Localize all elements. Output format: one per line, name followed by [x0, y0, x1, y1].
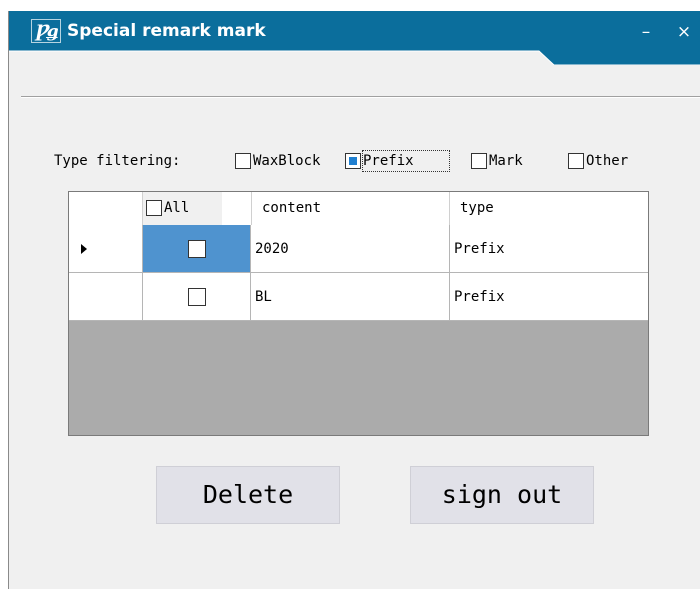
row-check-cell[interactable]	[143, 273, 251, 321]
current-row-pointer-icon	[81, 244, 87, 254]
header-type[interactable]: type	[450, 192, 648, 225]
select-all-checkbox[interactable]	[146, 200, 162, 216]
checkbox-box	[568, 153, 584, 169]
sign-out-button[interactable]: sign out	[410, 466, 594, 524]
checkbox-box-checked	[345, 153, 361, 169]
delete-button[interactable]: Delete	[156, 466, 340, 524]
row-header[interactable]	[69, 273, 143, 321]
header-content[interactable]: content	[252, 192, 450, 225]
checkbox-box	[235, 153, 251, 169]
content-cell[interactable]: 2020	[251, 225, 450, 273]
row-check-cell[interactable]	[143, 225, 251, 273]
type-cell[interactable]: Prefix	[450, 273, 648, 321]
filter-prefix-label: Prefix	[363, 153, 414, 169]
table-row[interactable]: BL Prefix	[69, 273, 648, 321]
row-header-corner	[69, 192, 143, 225]
header-all[interactable]: All	[143, 192, 222, 225]
close-button[interactable]: ×	[673, 21, 695, 43]
filter-waxblock-label: WaxBlock	[253, 153, 321, 169]
special-remark-mark-window: Ƿǥ Special remark mark – × Type filterin…	[8, 11, 700, 589]
checkbox-box	[471, 153, 487, 169]
content-cell[interactable]: BL	[251, 273, 450, 321]
remark-data-grid[interactable]: All content type 2020 Prefix BL Prefix	[68, 191, 649, 436]
filter-mark-label: Mark	[489, 153, 523, 169]
title-bar[interactable]: Ƿǥ Special remark mark – ×	[9, 11, 700, 65]
minimize-button[interactable]: –	[635, 21, 657, 43]
window-title: Special remark mark	[67, 21, 266, 41]
row-header[interactable]	[69, 225, 143, 273]
header-spacer	[222, 192, 252, 225]
separator-line	[21, 96, 700, 98]
row-checkbox[interactable]	[188, 288, 206, 306]
row-checkbox[interactable]	[188, 240, 206, 258]
filter-other-label: Other	[586, 153, 629, 169]
type-cell[interactable]: Prefix	[450, 225, 648, 273]
type-filter-label: Type filtering:	[54, 153, 181, 169]
table-row[interactable]: 2020 Prefix	[69, 225, 648, 273]
header-all-label: All	[164, 200, 190, 216]
app-logo-icon: Ƿǥ	[31, 19, 61, 43]
